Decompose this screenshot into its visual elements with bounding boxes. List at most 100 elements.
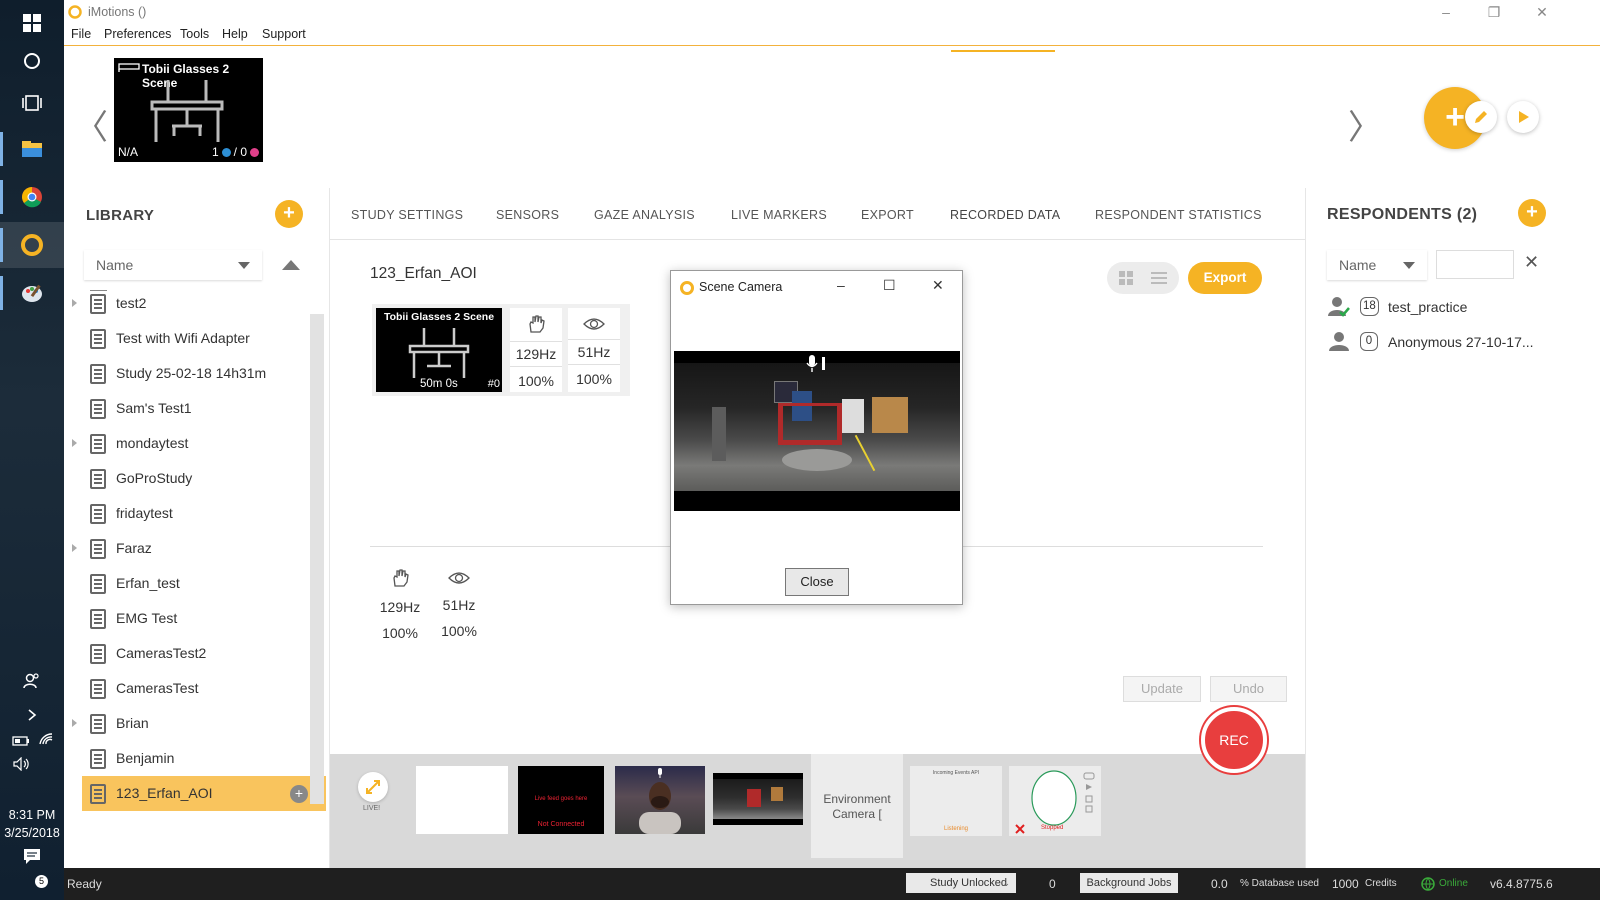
scene-object (747, 789, 761, 807)
add-study-button[interactable]: + (275, 200, 303, 228)
menu-preferences[interactable]: Preferences (104, 27, 171, 41)
environment-camera-tile[interactable]: Environment Camera [ (811, 754, 903, 858)
library-item[interactable]: EMG Test (82, 601, 310, 636)
expand-arrow-icon[interactable] (72, 544, 77, 552)
play-icon (1519, 111, 1529, 123)
eye-summary-quality: 100% (441, 623, 477, 639)
library-item[interactable]: Faraz (72, 531, 310, 566)
paint-button[interactable] (0, 270, 64, 316)
scene-white-panel (842, 399, 864, 433)
wifi-icon[interactable] (38, 732, 54, 751)
update-button[interactable]: Update (1123, 676, 1201, 702)
eye-tracker-sensor-tile[interactable]: 51Hz 100% (568, 308, 620, 392)
library-item[interactable]: Brian (72, 706, 310, 741)
library-item-label: Brian (116, 715, 149, 731)
scene-red-frame (778, 403, 842, 445)
expand-arrow-icon[interactable] (72, 439, 77, 447)
eye-tracker-summary[interactable]: 51Hz 100% (433, 562, 485, 646)
library-item[interactable]: GoProStudy (82, 461, 310, 496)
library-item[interactable]: CamerasTest (82, 671, 310, 706)
recording-thumbnail[interactable]: Tobii Glasses 2 Scene 50m 0s #0 (376, 308, 502, 392)
menu-help[interactable]: Help (222, 27, 248, 41)
file-explorer-button[interactable] (0, 126, 64, 172)
respondent-row[interactable]: 18 test_practice (1326, 292, 1566, 322)
library-item[interactable]: Benjamin (82, 741, 310, 776)
chevron-right-icon (28, 709, 37, 721)
undo-button[interactable]: Undo (1210, 676, 1287, 702)
window-close-button[interactable]: ✕ (1522, 2, 1562, 22)
chrome-button[interactable] (0, 174, 64, 220)
library-item[interactable]: fridaytest (82, 496, 310, 531)
scene-camera-video[interactable] (674, 351, 960, 511)
grid-view-icon[interactable] (1119, 271, 1133, 285)
window-minimize-button[interactable]: – (1426, 2, 1466, 22)
dialog-minimize-button[interactable]: – (837, 277, 845, 293)
library-sort-select[interactable]: Name (84, 250, 262, 280)
library-item[interactable]: Erfan_test (82, 566, 310, 601)
tab-gaze-analysis[interactable]: GAZE ANALYSIS (594, 208, 695, 222)
incoming-events-label: Incoming Events API (932, 770, 980, 776)
tab-sensors[interactable]: SENSORS (496, 208, 559, 222)
library-item[interactable]: mondaytest (72, 426, 310, 461)
library-item[interactable]: CamerasTest2 (82, 636, 310, 671)
menu-tools[interactable]: Tools (180, 27, 209, 41)
library-item[interactable]: Sam's Test1 (82, 391, 310, 426)
show-hidden-icons-button[interactable] (0, 692, 64, 738)
library-item[interactable]: test2 (72, 286, 310, 321)
system-clock[interactable]: 8:31 PM 3/25/2018 (0, 806, 64, 842)
list-view-icon[interactable] (1151, 272, 1167, 284)
add-respondent-to-study-button[interactable]: + (290, 785, 308, 803)
study-document-icon (90, 644, 106, 664)
not-connected-feed-thumbnail[interactable]: Live feed goes here Not Connected (518, 766, 604, 834)
incoming-events-api-tile[interactable]: Incoming Events API Listening (910, 766, 1002, 836)
edit-stimulus-button[interactable] (1465, 101, 1497, 133)
task-view-button[interactable] (0, 80, 64, 126)
gsr-sensor-tile[interactable]: 129Hz 100% (510, 308, 562, 392)
tab-live-markers[interactable]: LIVE MARKERS (731, 208, 827, 222)
menu-file[interactable]: File (71, 27, 91, 41)
webcam-feed-thumbnail[interactable] (615, 766, 705, 834)
record-button[interactable]: REC (1201, 707, 1267, 773)
tab-export[interactable]: EXPORT (861, 208, 914, 222)
respondents-sort-select[interactable]: Name (1327, 250, 1427, 280)
previous-stimulus-button[interactable]: 〈 (74, 100, 108, 149)
pink-dot-icon (250, 147, 259, 157)
tab-respondent-statistics[interactable]: RESPONDENT STATISTICS (1095, 208, 1262, 222)
sort-ascending-icon[interactable] (282, 260, 300, 270)
dialog-close-button[interactable]: Close (785, 568, 849, 596)
tab-recorded-data[interactable]: RECORDED DATA (950, 208, 1060, 222)
library-item[interactable]: Test with Wifi Adapter (82, 321, 310, 356)
next-stimulus-button[interactable]: 〉 (1348, 100, 1382, 149)
stimulus-card[interactable]: Tobii Glasses 2 Scene N/A 1 / 0 (114, 58, 263, 162)
tab-study-settings[interactable]: STUDY SETTINGS (351, 208, 463, 222)
dialog-maximize-button[interactable]: ☐ (883, 277, 896, 294)
imotions-taskbar-button[interactable] (0, 222, 64, 268)
window-restore-button[interactable]: ❐ (1474, 2, 1514, 22)
eeg-headset-tile[interactable]: Stopped (1009, 766, 1101, 836)
clear-search-icon[interactable]: ✕ (1524, 252, 1539, 273)
play-stimulus-button[interactable] (1507, 101, 1539, 133)
blank-feed-thumbnail[interactable] (416, 766, 508, 834)
expand-arrow-icon[interactable] (72, 719, 77, 727)
gsr-sensor-summary[interactable]: 129Hz 100% (374, 562, 426, 646)
library-item-selected[interactable]: 123_Erfan_AOI + (82, 776, 326, 811)
library-item[interactable]: Study 25-02-18 14h31m (82, 356, 310, 391)
respondent-row[interactable]: 0 Anonymous 27-10-17... (1326, 327, 1566, 357)
volume-icon[interactable] (12, 756, 32, 776)
respondents-search-input[interactable] (1436, 250, 1514, 279)
scene-camera-feed-thumbnail[interactable] (713, 773, 803, 825)
expand-arrow-icon[interactable] (72, 299, 77, 307)
export-button[interactable]: Export (1188, 262, 1262, 294)
recording-card[interactable]: Tobii Glasses 2 Scene 50m 0s #0 129Hz 10… (372, 304, 630, 396)
cortana-button[interactable] (0, 38, 64, 84)
live-expand-button[interactable] (358, 772, 388, 802)
background-jobs-button[interactable]: Background Jobs (1080, 873, 1178, 893)
add-respondent-button[interactable]: + (1518, 199, 1546, 227)
library-scrollbar[interactable] (310, 314, 324, 804)
dialog-close-icon[interactable]: ✕ (932, 277, 944, 294)
study-lock-select[interactable]: Study Unlocked ⌄ (906, 873, 1016, 893)
menu-support[interactable]: Support (262, 27, 306, 41)
action-center-icon[interactable] (22, 846, 42, 871)
cortana-circle-icon (24, 53, 40, 69)
battery-icon[interactable] (12, 734, 30, 752)
